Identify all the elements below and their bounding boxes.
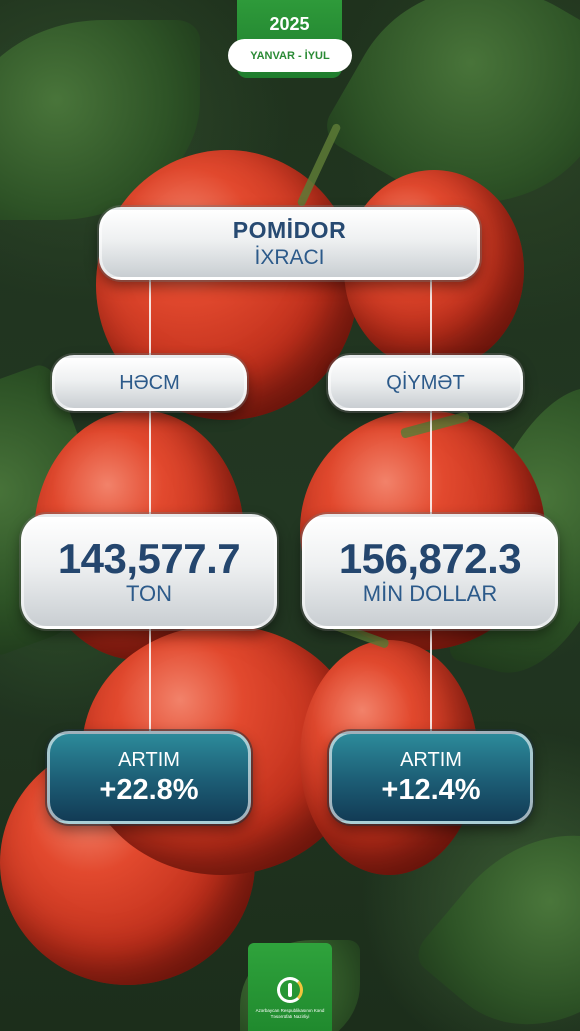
price-value-card: 156,872.3 MİN DOLLAR [302, 514, 558, 629]
price-growth-label: ARTIM [400, 748, 462, 771]
price-label-card: QİYMƏT [328, 355, 523, 411]
ministry-logo-tab: Azərbaycan Respublikasının Kənd Təsərrüf… [248, 943, 332, 1031]
volume-unit: TON [125, 580, 173, 606]
year-label: 2025 [269, 14, 310, 34]
ministry-emblem-icon [277, 977, 303, 1003]
price-label: QİYMƏT [386, 371, 465, 394]
title-sub: İXRACI [254, 246, 325, 269]
period-label: YANVAR - İYUL [250, 49, 330, 62]
volume-value: 143,577.7 [57, 534, 241, 582]
title-main: POMİDOR [232, 217, 347, 243]
ministry-name: Azərbaycan Respublikasının Kənd Təsərrüf… [255, 1008, 325, 1019]
period-badge: YANVAR - İYUL [228, 39, 352, 72]
volume-value-card: 143,577.7 TON [21, 514, 277, 629]
connector-line-right [430, 280, 432, 731]
price-growth-card: ARTIM +12.4% [329, 731, 533, 824]
connector-line-left [149, 280, 151, 731]
price-unit: MİN DOLLAR [362, 580, 498, 606]
price-value: 156,872.3 [338, 534, 522, 582]
title-card: POMİDOR İXRACI [99, 207, 480, 280]
volume-growth-label: ARTIM [118, 748, 180, 771]
volume-label-card: HƏCM [52, 355, 247, 411]
price-growth-value: +12.4% [381, 773, 481, 806]
volume-label: HƏCM [119, 371, 180, 394]
volume-growth-card: ARTIM +22.8% [47, 731, 251, 824]
volume-growth-value: +22.8% [99, 773, 199, 806]
